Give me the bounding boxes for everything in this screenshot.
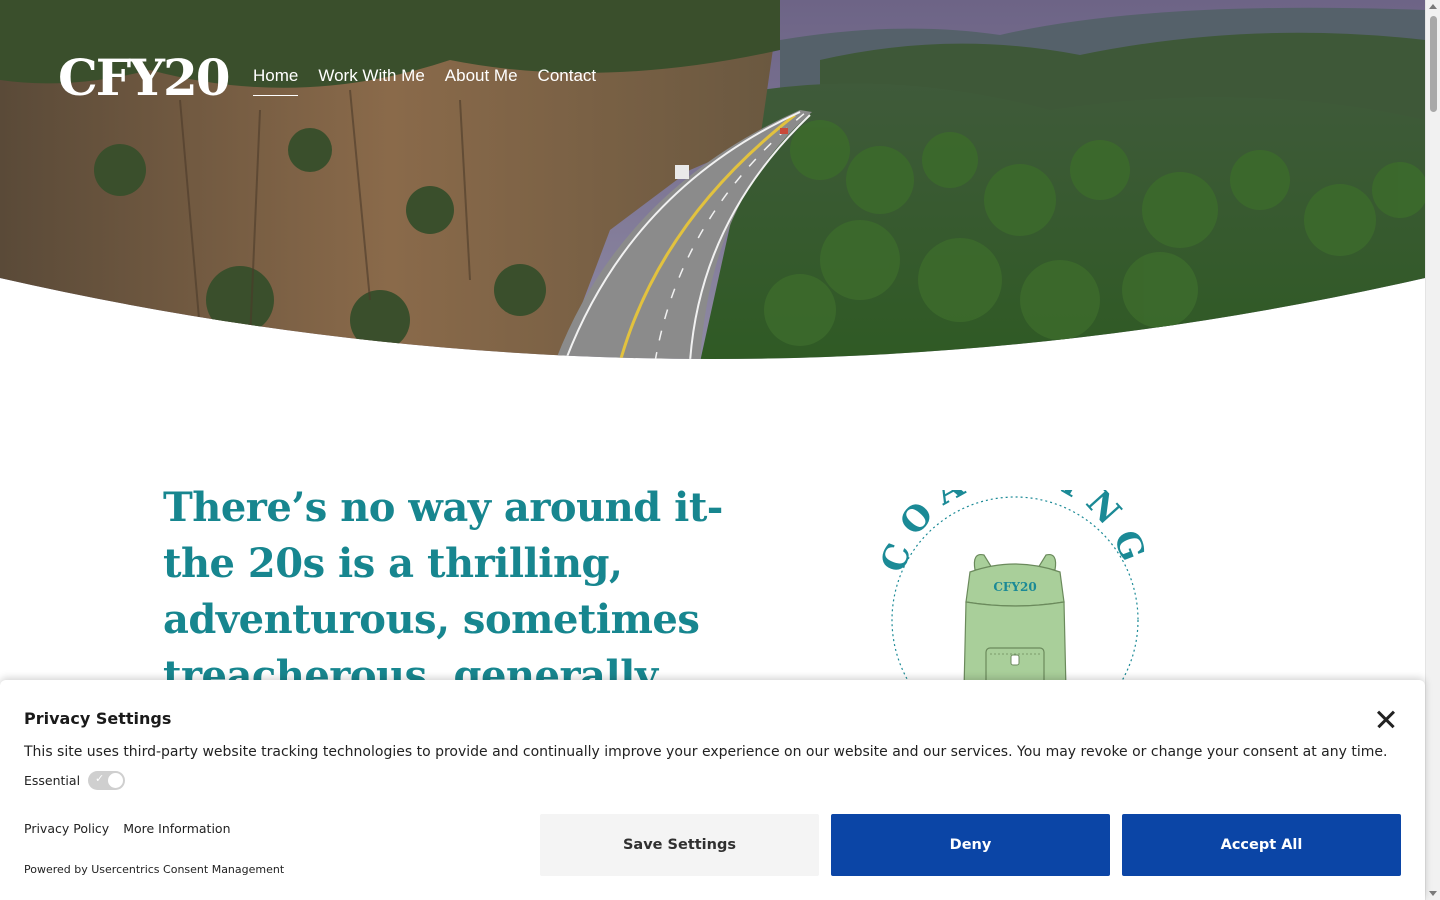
consent-links: Privacy Policy More Information xyxy=(24,821,231,836)
check-icon: ✓ xyxy=(95,772,105,785)
coaching-backpack-badge: COACHING CFY20 xyxy=(880,490,1145,690)
essential-consent-row: Essential ✓ xyxy=(24,771,126,790)
powered-by-text: Powered by Usercentrics Consent Manageme… xyxy=(24,863,285,876)
intro-headline: There’s no way around it- the 20s is a t… xyxy=(163,480,743,704)
more-information-link[interactable]: More Information xyxy=(123,821,230,836)
nav-work-with-me[interactable]: Work With Me xyxy=(318,64,424,96)
accept-all-button[interactable]: Accept All xyxy=(1122,814,1401,876)
main-navigation: Home Work With Me About Me Contact xyxy=(253,64,596,96)
headline-line: the 20s is a thrilling, xyxy=(163,540,623,587)
save-settings-button[interactable]: Save Settings xyxy=(540,814,819,876)
scrollbar-thumb[interactable] xyxy=(1430,16,1437,112)
privacy-consent-banner: Privacy Settings This site uses third-pa… xyxy=(0,680,1425,900)
consent-title: Privacy Settings xyxy=(24,709,172,728)
essential-toggle: ✓ xyxy=(88,771,126,790)
essential-label: Essential xyxy=(24,773,81,788)
close-icon[interactable] xyxy=(1374,707,1400,733)
nav-home[interactable]: Home xyxy=(253,64,299,96)
scroll-up-arrow-icon[interactable] xyxy=(1429,4,1437,9)
backpack-label: CFY20 xyxy=(993,580,1036,594)
privacy-policy-link[interactable]: Privacy Policy xyxy=(24,821,109,836)
hero-banner: CFY20 Home Work With Me About Me Contact xyxy=(0,0,1425,362)
page-scrollbar[interactable] xyxy=(1425,0,1440,900)
headline-line: adventurous, sometimes xyxy=(163,596,700,643)
consent-description: This site uses third-party website track… xyxy=(24,744,1388,760)
site-logo[interactable]: CFY20 xyxy=(58,48,231,108)
nav-contact[interactable]: Contact xyxy=(538,64,597,96)
nav-about-me[interactable]: About Me xyxy=(445,64,518,96)
toggle-knob xyxy=(108,773,124,788)
headline-line: There’s no way around it- xyxy=(163,484,723,531)
backpack-icon: CFY20 xyxy=(963,553,1067,690)
scroll-down-arrow-icon[interactable] xyxy=(1429,891,1437,896)
deny-button[interactable]: Deny xyxy=(831,814,1110,876)
